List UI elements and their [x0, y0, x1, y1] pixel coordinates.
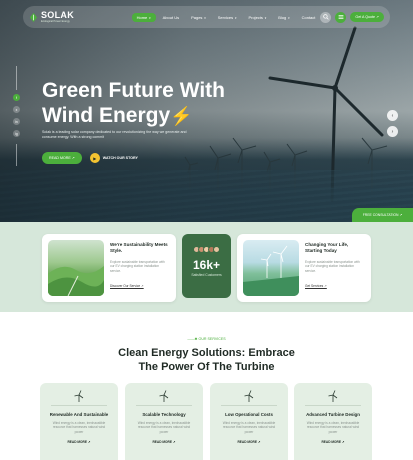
- read-more-link[interactable]: READ MORE ↗: [210, 440, 288, 444]
- avatar: [213, 246, 220, 253]
- hero-title-line1: Green Future With: [42, 79, 225, 102]
- hero-title-line2: Wind Energy: [42, 104, 171, 127]
- read-more-link[interactable]: READ MORE ↗: [294, 440, 372, 444]
- social-links: f x in ig: [13, 94, 20, 137]
- instagram-icon[interactable]: ig: [13, 130, 20, 137]
- page: SOLAK Ecological Power Energy Home ▾ Abo…: [0, 0, 413, 460]
- divider: [221, 405, 277, 406]
- menu-button[interactable]: [335, 11, 347, 23]
- arrow-left-icon[interactable]: ‹: [387, 110, 398, 121]
- nav-item-blog[interactable]: Blog ▾: [273, 13, 294, 22]
- arrow-right-icon[interactable]: ›: [387, 126, 398, 137]
- lightning-bolt-icon: ⚡: [170, 106, 193, 126]
- linkedin-icon[interactable]: in: [13, 118, 20, 125]
- top-navbar: SOLAK Ecological Power Energy Home ▾ Abo…: [23, 6, 390, 28]
- social-rail-line-bottom: [16, 144, 17, 166]
- nav-item-label: About Us: [162, 14, 180, 20]
- chevron-down-icon: ▾: [234, 15, 237, 20]
- get-services-link[interactable]: Get Services ↗: [305, 284, 327, 288]
- chevron-down-icon: ▾: [203, 15, 206, 20]
- section-title-line2: The Power Of The Turbine: [138, 361, 275, 373]
- hero-actions: READ MORE ↗ ▶ WATCH OUR STORY: [42, 152, 138, 164]
- nav-item-label: Projects: [248, 14, 263, 20]
- nav-item-pages[interactable]: Pages ▾: [186, 13, 211, 22]
- facebook-icon[interactable]: f: [13, 94, 20, 101]
- wind-turbine-icon: [327, 390, 339, 402]
- leaf-logo-icon: [29, 12, 38, 22]
- nav-item-label: Services: [217, 14, 234, 20]
- search-icon: [323, 14, 329, 20]
- hamburger-icon: [338, 15, 344, 19]
- wind-turbine-icon: [158, 390, 170, 402]
- section-title: Clean Energy Solutions: Embrace The Powe…: [0, 346, 413, 374]
- brand-logo[interactable]: SOLAK Ecological Power Energy: [29, 9, 94, 24]
- card-text: Explore sustainable transportation with …: [305, 260, 360, 273]
- green-hills-image: [48, 240, 104, 296]
- brand-name: SOLAK: [41, 9, 74, 20]
- discover-service-link[interactable]: Discover Our Service ↗: [110, 284, 144, 288]
- x-icon[interactable]: x: [13, 106, 20, 113]
- sustainability-card: We're Sustainability Meets Style. Explor…: [42, 234, 176, 302]
- service-title: Low Operational Costs: [225, 412, 273, 417]
- nav-item-home[interactable]: Home ▾: [131, 12, 156, 22]
- free-consultation-button[interactable]: FREE CONSULTATION ↗: [352, 208, 413, 222]
- nav-item-label: Pages: [191, 14, 203, 20]
- section-title-line1: Clean Energy Solutions: Embrace: [118, 347, 295, 359]
- watch-story-link[interactable]: ▶ WATCH OUR STORY: [89, 153, 138, 163]
- play-icon: ▶: [89, 153, 100, 163]
- wind-farm-image: [243, 240, 299, 296]
- nav-item-about[interactable]: About Us: [158, 13, 184, 22]
- read-more-button[interactable]: READ MORE ↗: [42, 152, 82, 164]
- service-title: Renewable And Sustainable: [49, 412, 109, 417]
- service-card[interactable]: Advanced Turbine Design Wind energy is a…: [294, 383, 372, 460]
- service-text: Wind energy is a clean, inexhaustible re…: [137, 421, 191, 434]
- nav-item-label: Contact: [301, 14, 316, 20]
- main-menu: Home ▾ About Us Pages ▾ Services ▾ Proje…: [131, 12, 321, 22]
- get-quote-button[interactable]: Get A Quote ↗: [350, 12, 384, 22]
- service-title: Scalable Technology: [142, 412, 186, 417]
- nav-item-label: Blog: [278, 14, 287, 20]
- service-card[interactable]: Low Operational Costs Wind energy is a c…: [210, 383, 288, 460]
- card-text: Explore sustainable transportation with …: [110, 260, 165, 273]
- chevron-down-icon: ▾: [148, 15, 151, 20]
- brand-tagline: Ecological Power Energy: [41, 19, 70, 23]
- divider: [305, 405, 361, 406]
- card-title: Changing Your Life, Starting Today: [305, 242, 349, 253]
- chevron-down-icon: ▾: [287, 15, 290, 20]
- service-card[interactable]: Scalable Technology Wind energy is a cle…: [125, 383, 203, 460]
- wind-farm-illustration: [243, 245, 299, 296]
- nav-item-services[interactable]: Services ▾: [213, 13, 242, 22]
- divider: [136, 405, 192, 406]
- hero-title: Green Future With Wind Energy⚡: [42, 78, 225, 129]
- slider-arrows: ‹ ›: [387, 110, 398, 137]
- hero-description: Solak is a leading solar company dedicat…: [42, 130, 187, 139]
- nav-actions: Get A Quote ↗: [320, 11, 384, 23]
- nav-item-projects[interactable]: Projects ▾: [243, 13, 271, 22]
- wind-turbine-icon: [73, 390, 85, 402]
- nav-item-contact[interactable]: Contact: [297, 13, 321, 22]
- hills-illustration: [48, 266, 104, 296]
- service-text: Wind energy is a clean, inexhaustible re…: [222, 421, 276, 434]
- section-eyebrow: ——✱ OUR SERVICES: [187, 337, 226, 341]
- watch-story-label: WATCH OUR STORY: [102, 156, 138, 160]
- social-rail-line-top: [16, 66, 17, 90]
- customers-stat-card: 16k+ Satisfied Customers: [182, 234, 231, 298]
- service-text: Wind energy is a clean, inexhaustible re…: [306, 421, 360, 434]
- avatar-group: [193, 246, 220, 253]
- read-more-link[interactable]: READ MORE ↗: [125, 440, 203, 444]
- search-button[interactable]: [320, 11, 332, 23]
- hero-section: SOLAK Ecological Power Energy Home ▾ Abo…: [0, 0, 413, 222]
- service-card[interactable]: Renewable And Sustainable Wind energy is…: [40, 383, 118, 460]
- nav-item-label: Home: [136, 14, 148, 20]
- customers-count: 16k+: [192, 258, 221, 272]
- service-text: Wind energy is a clean, inexhaustible re…: [52, 421, 106, 434]
- service-title: Advanced Turbine Design: [306, 412, 360, 417]
- chevron-down-icon: ▾: [263, 15, 267, 20]
- customers-label: Satisfied Customers: [191, 273, 222, 277]
- read-more-link[interactable]: READ MORE ↗: [40, 440, 118, 444]
- card-title: We're Sustainability Meets Style.: [110, 242, 168, 253]
- wind-turbine-icon: [243, 390, 255, 402]
- change-life-card: Changing Your Life, Starting Today Explo…: [237, 234, 371, 302]
- divider: [51, 405, 107, 406]
